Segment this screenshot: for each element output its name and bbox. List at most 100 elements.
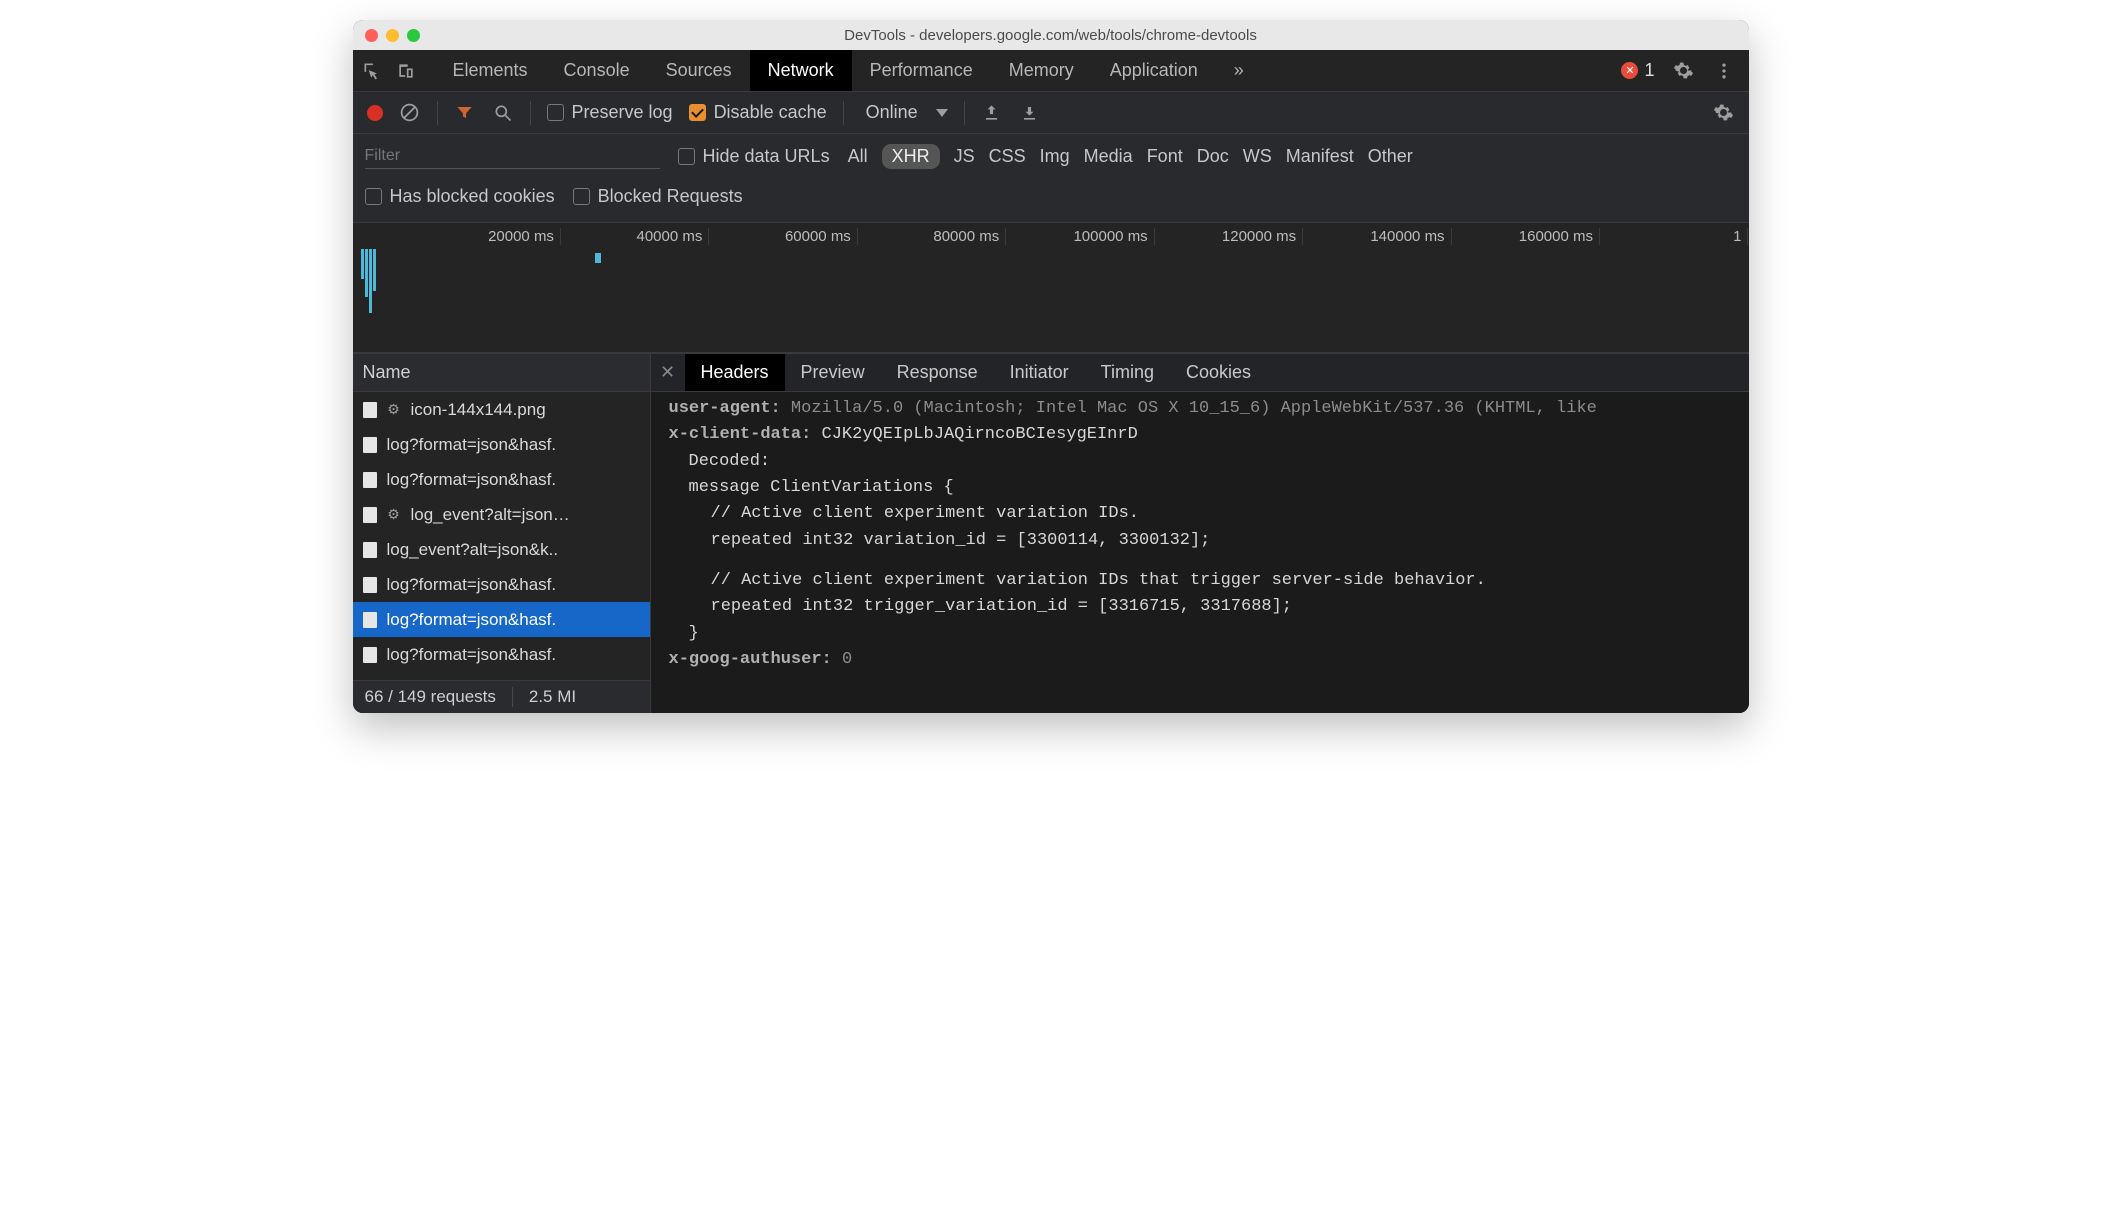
filter-input[interactable]	[365, 143, 660, 169]
request-name: log?format=json&hasf.	[387, 645, 557, 665]
main-tabbar: ElementsConsoleSourcesNetworkPerformance…	[353, 50, 1749, 92]
detail-tab-cookies[interactable]: Cookies	[1170, 354, 1267, 391]
disable-cache-checkbox[interactable]: Disable cache	[689, 102, 827, 123]
request-row[interactable]: ⚙ log_event?alt=json…	[353, 497, 650, 532]
type-filter-doc[interactable]: Doc	[1197, 146, 1229, 167]
hide-data-urls-checkbox[interactable]: Hide data URLs	[678, 146, 830, 167]
timeline-tick: 120000 ms	[1155, 228, 1303, 245]
timeline-tick: 20000 ms	[413, 228, 561, 245]
record-button[interactable]	[367, 105, 383, 121]
waterfall-bars	[359, 249, 399, 352]
tab-memory[interactable]: Memory	[991, 50, 1092, 91]
timeline-tick: 140000 ms	[1303, 228, 1451, 245]
detail-tab-headers[interactable]: Headers	[685, 354, 785, 391]
tab-application[interactable]: Application	[1092, 50, 1216, 91]
type-filter-all[interactable]: All	[848, 146, 868, 167]
gear-icon: ⚙	[387, 401, 401, 418]
request-name: log?format=json&hasf.	[387, 470, 557, 490]
timeline-tick: 100000 ms	[1006, 228, 1154, 245]
request-name: log?format=json&hasf.	[387, 435, 557, 455]
request-row[interactable]: log?format=json&hasf.	[353, 637, 650, 672]
type-filters: All XHR JS CSS Img Media Font Doc WS Manifest Othe…	[848, 144, 1413, 169]
request-row[interactable]: ⚙ icon-144x144.png	[353, 392, 650, 427]
type-filter-css[interactable]: CSS	[989, 146, 1026, 167]
timeline-tick: 1	[1600, 228, 1748, 245]
request-row[interactable]: log_event?alt=json&k..	[353, 532, 650, 567]
file-icon	[363, 647, 377, 663]
minimize-window-button[interactable]	[386, 29, 399, 42]
request-row[interactable]: log?format=json&hasf.	[353, 427, 650, 462]
kebab-menu-icon[interactable]	[1713, 60, 1735, 82]
clear-icon[interactable]	[399, 102, 421, 124]
request-list-footer: 66 / 149 requests 2.5 MI	[353, 680, 650, 713]
detail-tab-timing[interactable]: Timing	[1085, 354, 1170, 391]
file-icon	[363, 472, 377, 488]
type-filter-manifest[interactable]: Manifest	[1286, 146, 1354, 167]
throttling-select[interactable]: Online	[860, 102, 948, 123]
search-icon[interactable]	[492, 102, 514, 124]
gear-icon: ⚙	[387, 506, 401, 523]
type-filter-media[interactable]: Media	[1084, 146, 1133, 167]
has-blocked-cookies-checkbox[interactable]: Has blocked cookies	[365, 186, 555, 207]
network-body: Name ⚙ icon-144x144.png log?format=json&ha…	[353, 353, 1749, 713]
tab-elements[interactable]: Elements	[435, 50, 546, 91]
file-icon	[363, 507, 377, 523]
device-toolbar-icon[interactable]	[395, 60, 417, 82]
request-row[interactable]: log?format=json&hasf.	[353, 602, 650, 637]
upload-har-icon[interactable]	[981, 102, 1003, 124]
tab-network[interactable]: Network	[750, 50, 852, 91]
type-filter-other[interactable]: Other	[1368, 146, 1413, 167]
type-filter-img[interactable]: Img	[1040, 146, 1070, 167]
titlebar: DevTools - developers.google.com/web/too…	[353, 20, 1749, 50]
download-har-icon[interactable]	[1019, 102, 1041, 124]
tab-performance[interactable]: Performance	[852, 50, 991, 91]
timeline-tick: 40000 ms	[561, 228, 709, 245]
request-list: Name ⚙ icon-144x144.png log?format=json&ha…	[353, 354, 651, 713]
detail-tab-response[interactable]: Response	[881, 354, 994, 391]
tabs-overflow-button[interactable]: »	[1216, 60, 1262, 81]
transfer-size: 2.5 MI	[529, 687, 576, 707]
close-detail-button[interactable]: ✕	[651, 354, 685, 391]
headers-panel: user-agent: Mozilla/5.0 (Macintosh; Inte…	[651, 392, 1749, 713]
timeline-tick: 60000 ms	[709, 228, 857, 245]
inspect-element-icon[interactable]	[361, 60, 383, 82]
request-name: log_event?alt=json&k..	[387, 540, 559, 560]
file-icon	[363, 402, 377, 418]
request-name: log?format=json&hasf.	[387, 610, 557, 630]
requests-count: 66 / 149 requests	[365, 687, 496, 707]
request-row[interactable]: log?format=json&hasf.	[353, 462, 650, 497]
tab-console[interactable]: Console	[546, 50, 648, 91]
file-icon	[363, 437, 377, 453]
tab-sources[interactable]: Sources	[648, 50, 750, 91]
close-window-button[interactable]	[365, 29, 378, 42]
preserve-log-checkbox[interactable]: Preserve log	[547, 102, 673, 123]
settings-icon[interactable]	[1673, 60, 1695, 82]
chevron-down-icon	[936, 109, 948, 117]
detail-tab-preview[interactable]: Preview	[785, 354, 881, 391]
request-name: icon-144x144.png	[411, 400, 546, 420]
traffic-lights	[365, 29, 420, 42]
request-name: log_event?alt=json…	[411, 505, 570, 525]
type-filter-font[interactable]: Font	[1147, 146, 1183, 167]
type-filter-js[interactable]: JS	[954, 146, 975, 167]
request-name: log?format=json&hasf.	[387, 575, 557, 595]
network-toolbar: Preserve log Disable cache Online	[353, 92, 1749, 134]
blocked-requests-checkbox[interactable]: Blocked Requests	[573, 186, 743, 207]
window-title: DevTools - developers.google.com/web/too…	[353, 27, 1749, 44]
error-icon: ✕	[1621, 62, 1638, 79]
file-icon	[363, 577, 377, 593]
filter-bar: Hide data URLs All XHR JS CSS Img Media Font Do…	[353, 134, 1749, 223]
request-row[interactable]: log?format=json&hasf.	[353, 567, 650, 602]
detail-tab-initiator[interactable]: Initiator	[994, 354, 1085, 391]
request-list-header[interactable]: Name	[353, 354, 650, 392]
type-filter-xhr[interactable]: XHR	[882, 144, 940, 169]
network-settings-icon[interactable]	[1713, 102, 1735, 124]
timeline-overview[interactable]: 20000 ms40000 ms60000 ms80000 ms100000 m…	[353, 223, 1749, 353]
type-filter-ws[interactable]: WS	[1243, 146, 1272, 167]
zoom-window-button[interactable]	[407, 29, 420, 42]
filter-icon[interactable]	[454, 102, 476, 124]
timeline-tick: 80000 ms	[858, 228, 1006, 245]
error-count-badge[interactable]: ✕ 1	[1621, 60, 1654, 81]
file-icon	[363, 542, 377, 558]
request-detail: ✕ HeadersPreviewResponseInitiatorTimingC…	[651, 354, 1749, 713]
